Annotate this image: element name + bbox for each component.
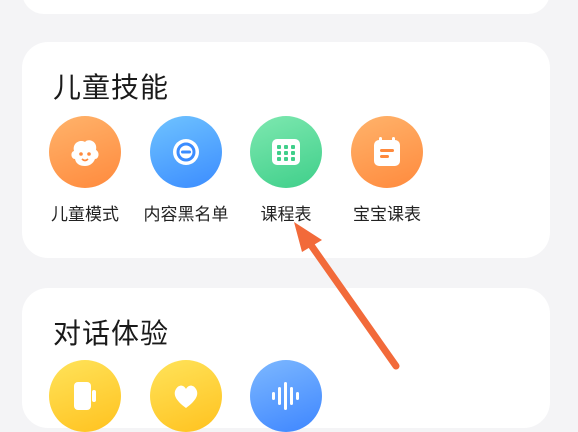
annotation-arrow [294,222,400,370]
